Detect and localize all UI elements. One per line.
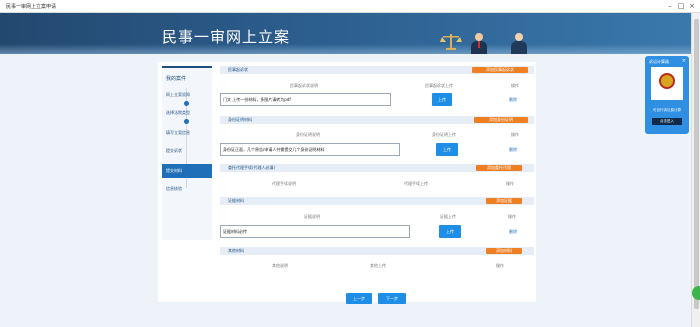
section-title: 委托代理手续(代理人必填) <box>228 165 276 170</box>
section-proof-header: 证据材料 添加证据 <box>220 197 534 205</box>
court-seal-icon <box>659 73 675 89</box>
step-dot-icon <box>184 101 189 106</box>
col-op: 操作 <box>508 214 516 219</box>
col-desc: 代理手续说明 <box>272 181 296 186</box>
add-proof-button[interactable]: 添加证据 <box>486 198 522 204</box>
section-agent-header: 委托代理手续(代理人必填) 添加委托代理 <box>220 164 534 172</box>
section-other-header: 其他材料 添加材料 <box>220 247 534 255</box>
column-headers: 身份证明说明 身份证明上传 操作 <box>220 132 534 138</box>
col-upload: 民事起诉状上传 <box>425 83 453 88</box>
add-agent-button[interactable]: 添加委托代理 <box>476 165 522 171</box>
identity-upload-button[interactable]: 上传 <box>436 143 458 156</box>
sidebar-item-verify[interactable]: 信息核验 <box>162 186 212 192</box>
litigation-calculator-widget[interactable]: 诉讼计算器 × 可自行诉讼费计算 点击进入 <box>645 56 689 134</box>
scrollbar[interactable] <box>691 13 700 327</box>
scrollbar-thumb[interactable] <box>694 19 699 309</box>
sidebar-item-court-type[interactable]: 选择法院类型 <box>162 110 212 116</box>
window-title: 民事一审网上立案申请 <box>6 4 57 10</box>
next-step-button[interactable]: 下一步 <box>378 293 406 304</box>
column-headers: 证据说明 证据上传 操作 <box>220 214 534 220</box>
identity-delete-link[interactable]: 删除 <box>509 147 517 153</box>
col-op: 操作 <box>511 132 519 137</box>
col-op: 操作 <box>496 263 504 268</box>
section-title: 证据材料 <box>228 198 244 203</box>
section-complaint-header: 民事起诉状 添加民事起诉状 <box>220 66 534 74</box>
proof-delete-link[interactable]: 删除 <box>509 229 517 235</box>
section-identity-header: 身份证明材料 添加身份证明 <box>220 116 534 124</box>
widget-subtitle: 可自行诉讼费计算 <box>653 108 681 112</box>
sidebar-item-case-info[interactable]: 填写立案信息 <box>162 130 212 136</box>
section-title: 民事起诉状 <box>228 67 248 72</box>
col-upload: 代理手续上传 <box>404 181 428 186</box>
complaint-delete-link[interactable]: 删除 <box>509 97 517 103</box>
sidebar: 我的案件 网上立案须知 选择法院类型 填写立案信息 提交诉状 提交材料 信息核验 <box>162 66 212 240</box>
add-identity-button[interactable]: 添加身份证明 <box>474 117 528 123</box>
col-upload: 身份证明上传 <box>432 132 456 137</box>
section-title: 其他材料 <box>228 248 244 253</box>
maximize-icon[interactable]: □ <box>677 2 685 10</box>
page-banner: 民事一审网上立案 <box>0 13 691 54</box>
court-emblem-image <box>651 67 683 100</box>
column-headers: 代理手续说明 代理手续上传 操作 <box>220 181 534 187</box>
col-desc: 证据说明 <box>304 214 320 219</box>
sidebar-item-materials[interactable]: 提交材料 <box>162 164 212 178</box>
section-title: 身份证明材料 <box>228 117 252 122</box>
widget-close-icon[interactable]: × <box>682 58 686 64</box>
add-complaint-button[interactable]: 添加民事起诉状 <box>472 67 528 73</box>
col-desc: 民事起诉状说明 <box>290 83 318 88</box>
col-upload: 证据上传 <box>440 214 456 219</box>
window-titlebar: 民事一审网上立案申请 – □ × <box>0 0 700 13</box>
complaint-desc-field[interactable]: 门文 上传一份材料，多图片请转为pdf <box>220 93 391 106</box>
sidebar-title: 我的案件 <box>166 76 187 82</box>
col-op: 操作 <box>506 181 514 186</box>
col-upload: 其他上传 <box>370 263 386 268</box>
close-icon[interactable]: × <box>688 2 696 10</box>
chat-icon[interactable] <box>692 286 700 300</box>
justice-scale-icon <box>440 34 462 50</box>
col-op: 操作 <box>511 83 519 88</box>
prev-step-button[interactable]: 上一步 <box>346 293 372 304</box>
lawyer-figure-icon <box>470 33 488 54</box>
col-desc: 身份证明说明 <box>296 132 320 137</box>
add-other-button[interactable]: 添加材料 <box>486 248 522 254</box>
sidebar-item-notice[interactable]: 网上立案须知 <box>162 92 212 98</box>
widget-title: 诉讼计算器 <box>649 59 669 64</box>
column-headers: 其他说明 其他上传 操作 <box>220 263 534 269</box>
minimize-icon[interactable]: – <box>666 2 674 10</box>
banner-wave <box>0 44 691 54</box>
sidebar-item-complaint[interactable]: 提交诉状 <box>162 148 212 154</box>
step-dot-icon <box>184 119 189 124</box>
proof-upload-button[interactable]: 上传 <box>439 225 461 238</box>
col-desc: 其他说明 <box>272 263 288 268</box>
widget-open-button[interactable]: 点击进入 <box>652 118 682 125</box>
proof-desc-field[interactable]: 证据材料必传 <box>220 225 410 238</box>
identity-desc-field[interactable]: 身份证正面，几个原告/申请人共需提交几个身份证明材料 <box>220 143 400 156</box>
column-headers: 民事起诉状说明 民事起诉状上传 操作 <box>220 83 534 89</box>
judge-figure-icon <box>510 33 528 54</box>
complaint-upload-button[interactable]: 上传 <box>432 93 452 106</box>
